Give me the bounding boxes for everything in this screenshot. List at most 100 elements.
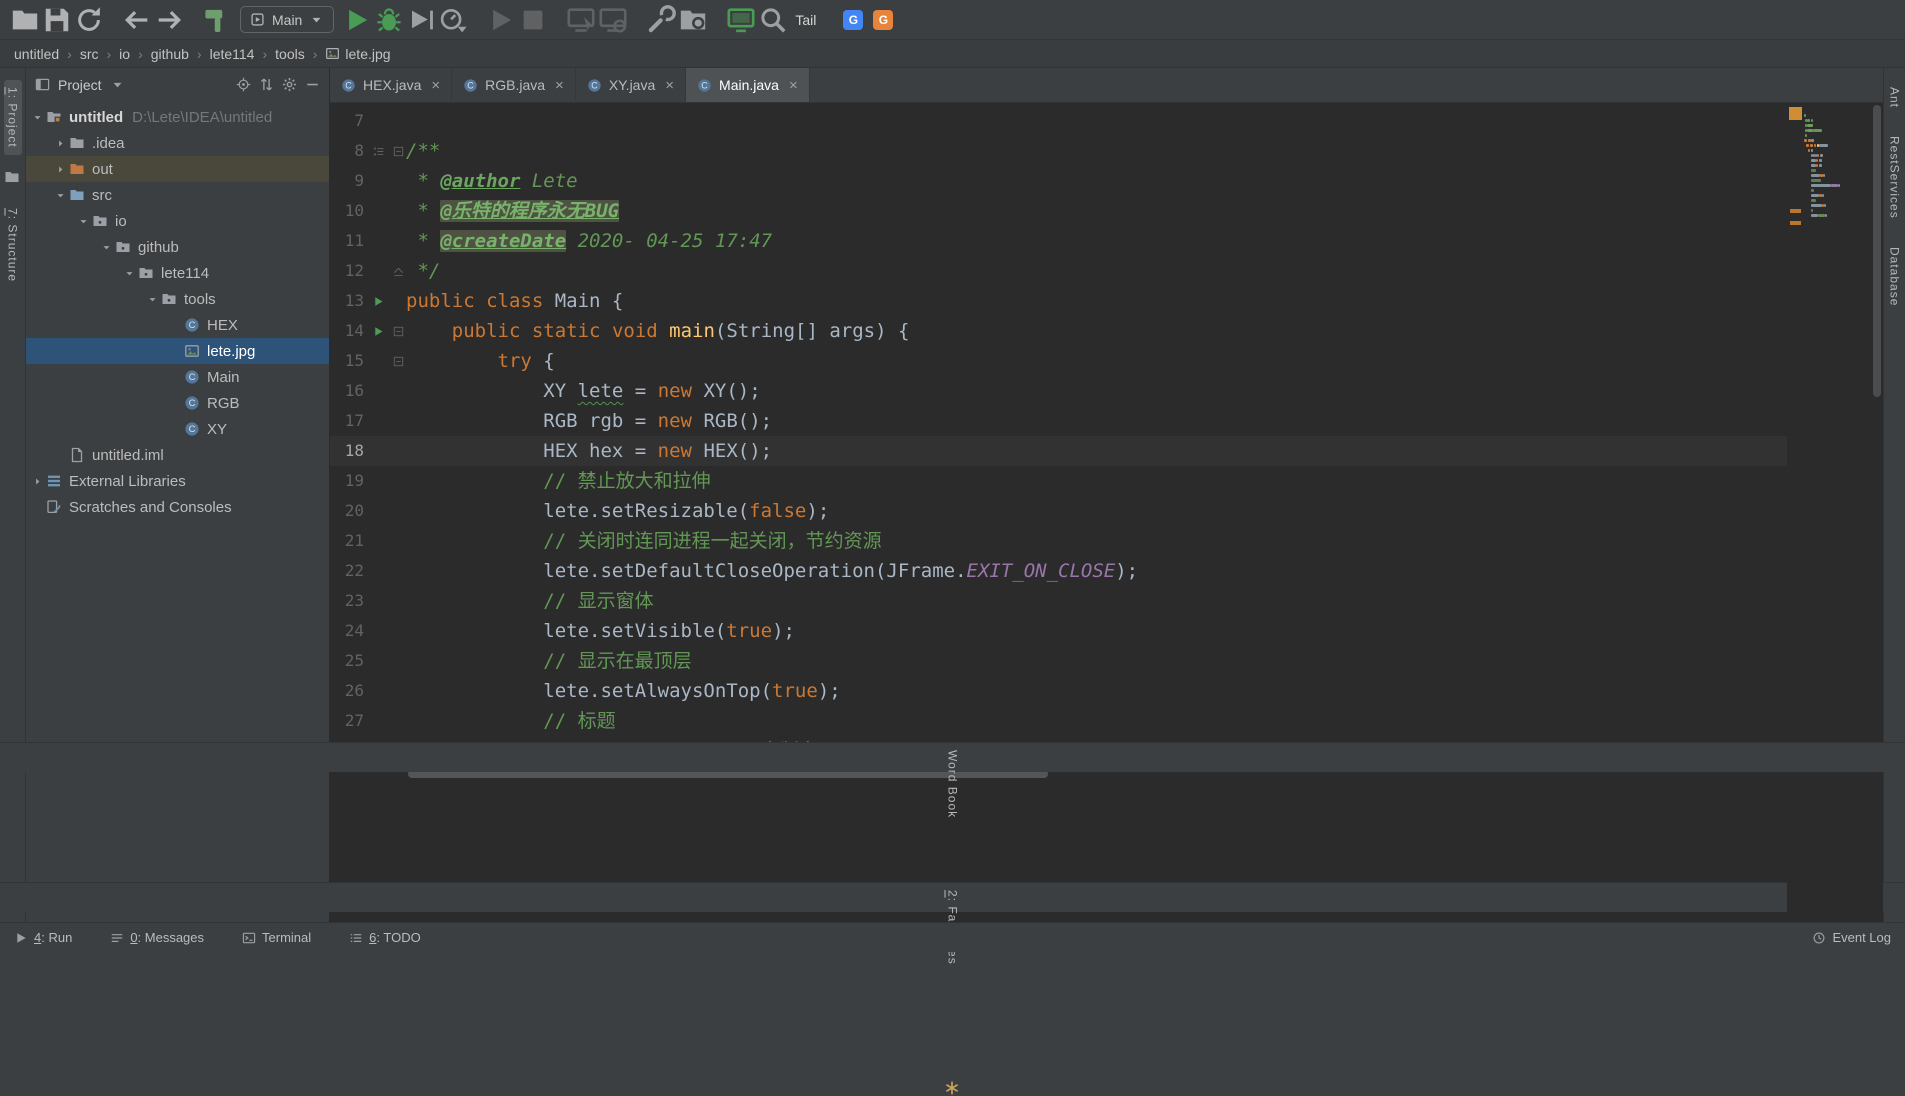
preview-screen-icon[interactable]	[726, 5, 756, 35]
tree-item-src[interactable]: src	[26, 182, 329, 208]
tab-xy-java[interactable]: CXY.java×	[576, 68, 686, 102]
open-project-icon[interactable]	[10, 5, 40, 35]
chevron-down-icon[interactable]	[97, 242, 115, 253]
fold-up-icon[interactable]	[390, 265, 406, 278]
doc-toggle-icon[interactable]	[366, 145, 390, 158]
warning-indicator[interactable]	[1789, 107, 1802, 120]
tree-item-main[interactable]: CMain	[26, 364, 329, 390]
tool-button-messages[interactable]: 0: Messages	[110, 930, 204, 945]
save-all-icon[interactable]	[42, 5, 72, 35]
breadcrumb-item-tools[interactable]: tools	[275, 46, 305, 62]
run-icon[interactable]	[366, 325, 390, 338]
tool-button-run[interactable]: 4: Run	[14, 930, 72, 945]
breadcrumb-item-io[interactable]: io	[119, 46, 130, 62]
sync-icon[interactable]	[74, 5, 104, 35]
vertical-scrollbar[interactable]	[1871, 103, 1883, 922]
chevron-down-icon[interactable]	[74, 216, 92, 227]
close-icon[interactable]: ×	[555, 77, 564, 94]
stripe-folder-icon[interactable]	[4, 169, 22, 187]
tree-item-lete-jpg[interactable]: lete.jpg	[26, 338, 329, 364]
code-line[interactable]: 19 // 禁止放大和拉伸	[330, 466, 1787, 496]
code-line[interactable]: 9 * @author Lete	[330, 166, 1787, 196]
chevron-down-icon[interactable]	[28, 112, 46, 123]
wrench-icon[interactable]	[646, 5, 676, 35]
code-line[interactable]: 7	[330, 106, 1787, 136]
chevron-right-icon[interactable]	[51, 164, 69, 175]
chevron-down-icon[interactable]	[110, 77, 125, 92]
tail-button[interactable]: Tail	[790, 12, 821, 28]
tool-button-ant[interactable]: Ant	[1886, 80, 1904, 115]
fold-minus-icon[interactable]	[390, 355, 406, 368]
tree-item-tools[interactable]: tools	[26, 286, 329, 312]
code-line[interactable]: 25 // 显示在最顶层	[330, 646, 1787, 676]
build-hammer-icon[interactable]	[202, 5, 232, 35]
translate-alt-icon[interactable]: G	[873, 10, 893, 30]
breadcrumb-item-untitled[interactable]: untitled	[14, 46, 59, 62]
close-icon[interactable]: ×	[665, 77, 674, 94]
code-editor[interactable]: 78/**9 * @author Lete10 * @乐特的程序永无BUG11 …	[330, 103, 1883, 922]
asterisk-icon[interactable]	[944, 1080, 962, 1096]
code-line[interactable]: 21 // 关闭时连同进程一起关闭，节约资源	[330, 526, 1787, 556]
tree-item-rgb[interactable]: CRGB	[26, 390, 329, 416]
attach-screen-icon[interactable]	[566, 5, 596, 35]
debug-icon[interactable]	[374, 5, 404, 35]
code-line[interactable]: 22 lete.setDefaultCloseOperation(JFrame.…	[330, 556, 1787, 586]
code-line[interactable]: 20 lete.setResizable(false);	[330, 496, 1787, 526]
back-icon[interactable]	[122, 5, 152, 35]
tree-item-untitled[interactable]: untitledD:\Lete\IDEA\untitled	[26, 104, 329, 130]
chevron-down-icon[interactable]	[120, 268, 138, 279]
breadcrumb-item-lete-jpg[interactable]: lete.jpg	[325, 46, 390, 62]
stop-icon[interactable]	[518, 5, 548, 35]
run-icon[interactable]	[342, 5, 372, 35]
tool-button-restservices[interactable]: RestServices	[1886, 129, 1904, 226]
close-icon[interactable]: ×	[431, 77, 440, 94]
tree-item-lete114[interactable]: lete114	[26, 260, 329, 286]
search-icon[interactable]	[758, 5, 788, 35]
rerun-icon[interactable]	[486, 5, 516, 35]
code-line[interactable]: 15 try {	[330, 346, 1787, 376]
forward-icon[interactable]	[154, 5, 184, 35]
breadcrumb-item-src[interactable]: src	[80, 46, 99, 62]
tool-button-todo[interactable]: 6: TODO	[349, 930, 421, 945]
tree-item-external-libraries[interactable]: External Libraries	[26, 468, 329, 494]
tree-item-xy[interactable]: CXY	[26, 416, 329, 442]
tool-button-terminal[interactable]: Terminal	[242, 930, 311, 945]
code-line[interactable]: 10 * @乐特的程序永无BUG	[330, 196, 1787, 226]
code-line[interactable]: 26 lete.setAlwaysOnTop(true);	[330, 676, 1787, 706]
warning-mark[interactable]	[1790, 209, 1801, 213]
tool-button-database[interactable]: Database	[1886, 240, 1904, 313]
breadcrumb-item-lete114[interactable]: lete114	[210, 46, 255, 62]
tree-item-out[interactable]: out	[26, 156, 329, 182]
tab-rgb-java[interactable]: CRGB.java×	[452, 68, 576, 102]
code-line[interactable]: 14 public static void main(String[] args…	[330, 316, 1787, 346]
tool-button-structure[interactable]: 7: Structure	[4, 201, 22, 289]
tool-button-project[interactable]: 1: Project	[4, 80, 22, 155]
code-line[interactable]: 12 */	[330, 256, 1787, 286]
warning-mark[interactable]	[1790, 221, 1801, 225]
tree-item-untitled-iml[interactable]: untitled.iml	[26, 442, 329, 468]
code-line[interactable]: 23 // 显示窗体	[330, 586, 1787, 616]
code-line[interactable]: 18 HEX hex = new HEX();	[330, 436, 1787, 466]
expand-collapse-icon[interactable]	[259, 77, 274, 92]
code-line[interactable]: 13public class Main {	[330, 286, 1787, 316]
tool-button-eventlog[interactable]: Event Log	[1812, 930, 1891, 945]
tree-item-io[interactable]: io	[26, 208, 329, 234]
code-line[interactable]: 8/**	[330, 136, 1787, 166]
tab-main-java[interactable]: CMain.java×	[686, 68, 810, 102]
profiler-icon[interactable]	[438, 5, 468, 35]
locate-file-icon[interactable]	[236, 77, 251, 92]
fold-minus-icon[interactable]	[390, 325, 406, 338]
tab-hex-java[interactable]: CHEX.java×	[330, 68, 452, 102]
code-line[interactable]: 24 lete.setVisible(true);	[330, 616, 1787, 646]
run-coverage-icon[interactable]	[406, 5, 436, 35]
tree-item-hex[interactable]: CHEX	[26, 312, 329, 338]
code-line[interactable]: 27 // 标题	[330, 706, 1787, 736]
code-line[interactable]: 17 RGB rgb = new RGB();	[330, 406, 1787, 436]
chevron-down-icon[interactable]	[143, 294, 161, 305]
chevron-down-icon[interactable]	[51, 190, 69, 201]
chevron-right-icon[interactable]	[28, 476, 46, 487]
project-structure-icon[interactable]	[678, 5, 708, 35]
settings-gear-icon[interactable]	[282, 77, 297, 92]
chevron-right-icon[interactable]	[51, 138, 69, 149]
fold-minus-icon[interactable]	[390, 145, 406, 158]
